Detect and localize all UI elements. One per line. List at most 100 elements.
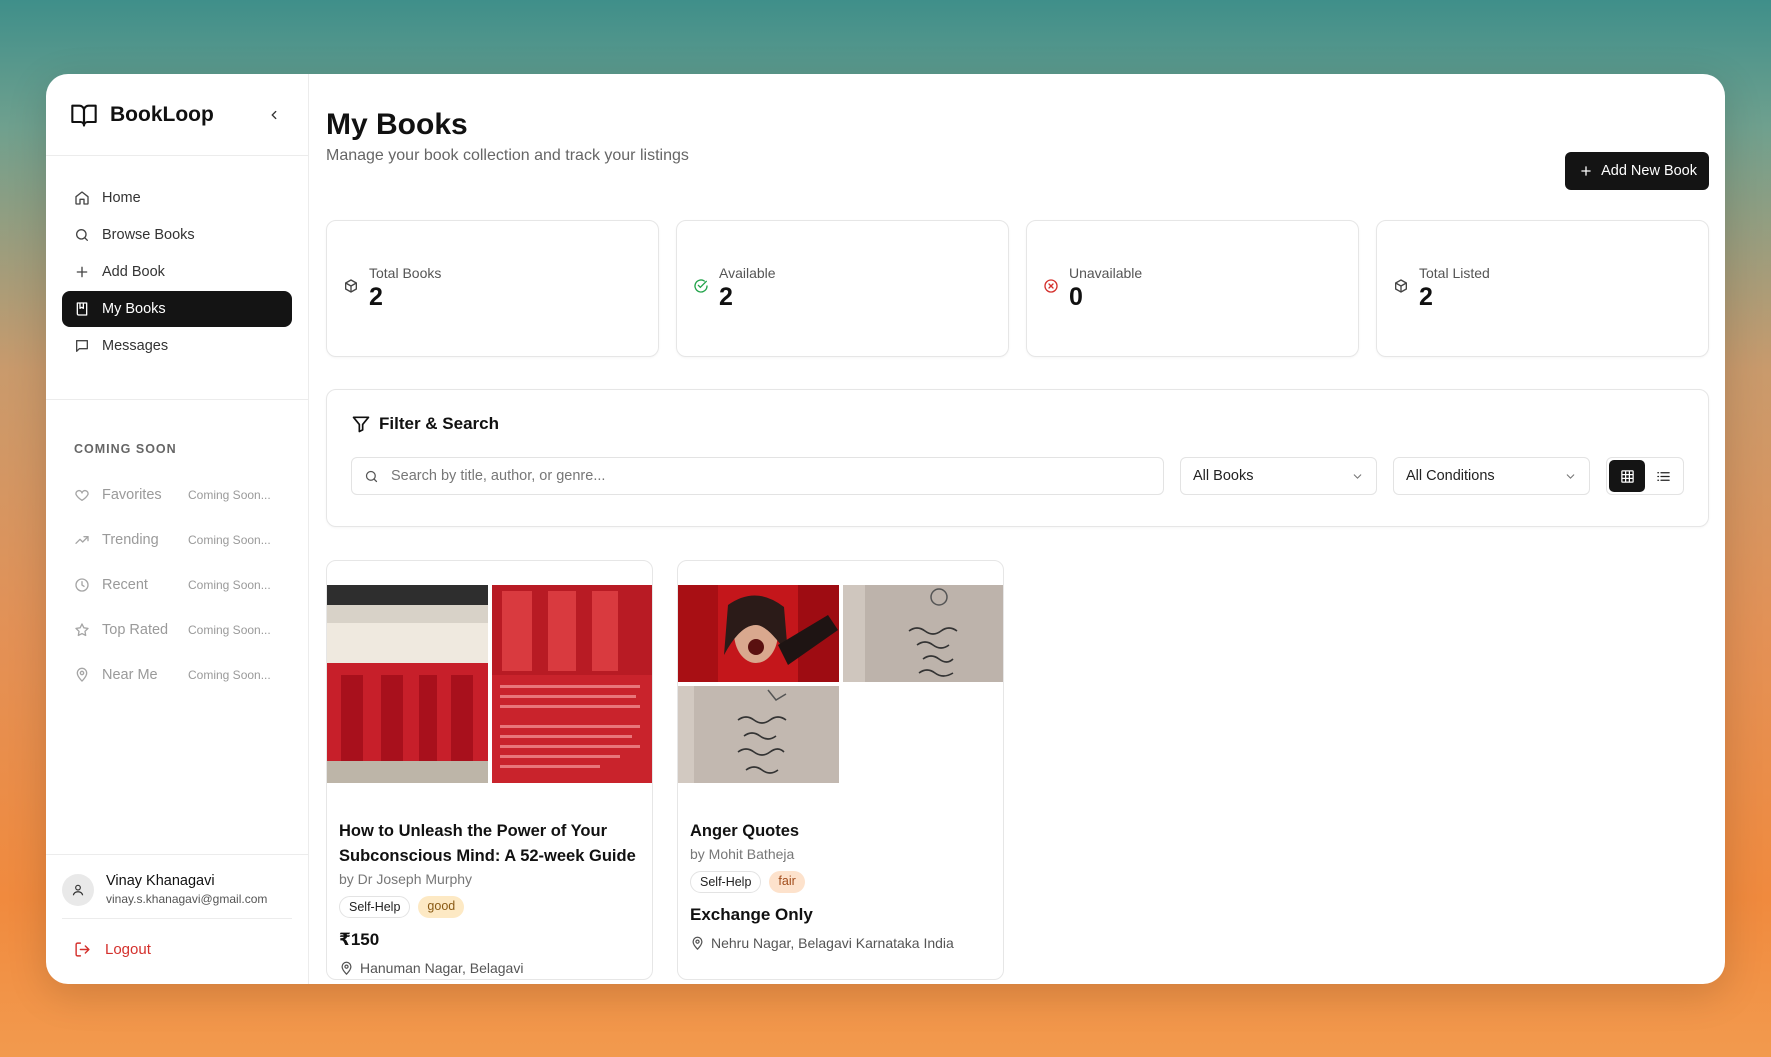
stat-value: 2 (369, 283, 383, 311)
book-location-text: Nehru Nagar, Belagavi Karnataka India (711, 935, 954, 951)
star-icon (75, 622, 89, 636)
app-window: BookLoop Home Browse Books Add Book My B… (46, 74, 1725, 984)
map-pin-icon (692, 936, 703, 950)
book-title: How to Unleash the Power of Your Subcons… (339, 822, 636, 865)
page-header: My Books Manage your book collection and… (326, 74, 1709, 190)
cover-art-illustration (678, 585, 839, 682)
status-select-value: All Books (1193, 468, 1254, 484)
package-icon (345, 278, 357, 293)
book-cover-image[interactable] (678, 585, 839, 682)
page-art-illustration (678, 686, 839, 783)
stat-value: 2 (719, 283, 733, 311)
sidebar-item-trending: Trending Coming Soon... (46, 517, 308, 562)
stat-card-available: Available 2 (676, 220, 1009, 357)
book-page-image[interactable] (678, 686, 839, 783)
book-page-image[interactable] (843, 585, 1003, 682)
add-new-book-label: Add New Book (1601, 163, 1697, 179)
plus-icon (1581, 166, 1591, 176)
coming-soon-badge: Coming Soon... (188, 487, 271, 502)
stat-label: Available (719, 265, 776, 281)
condition-badge: fair (769, 871, 805, 893)
sidebar-item-label: Browse Books (102, 227, 195, 243)
filter-icon (352, 416, 370, 433)
logout-label: Logout (105, 941, 151, 958)
chevron-down-icon (1353, 473, 1362, 479)
sidebar-item-label: Add Book (102, 264, 165, 280)
book-location: Nehru Nagar, Belagavi Karnataka India (690, 935, 991, 951)
search-icon (76, 229, 88, 241)
logout-icon (75, 942, 90, 957)
sidebar-item-label: Home (102, 190, 141, 206)
list-view-button[interactable] (1645, 460, 1681, 492)
search-input[interactable] (391, 468, 1151, 484)
coming-soon-badge: Coming Soon... (188, 667, 271, 682)
stat-value: 2 (1419, 283, 1433, 311)
search-box[interactable] (351, 457, 1164, 495)
book-author: by Dr Joseph Murphy (339, 871, 473, 887)
book-card[interactable]: Anger Quotes by Mohit Batheja Self-Help … (677, 560, 1004, 980)
book-page-image[interactable] (492, 585, 652, 783)
page-art-illustration (492, 585, 652, 768)
stat-value: 0 (1069, 283, 1083, 311)
sidebar-item-home[interactable]: Home (62, 180, 292, 216)
sidebar-item-browse-books[interactable]: Browse Books (62, 217, 292, 253)
user-profile[interactable]: Vinay Khanagavi vinay.s.khanagavi@gmail.… (62, 855, 292, 919)
stat-label: Total Books (369, 265, 442, 281)
book-tags: Self-Help good (339, 896, 640, 918)
genre-badge: Self-Help (690, 871, 762, 893)
view-toggle (1606, 457, 1684, 495)
condition-badge: good (418, 896, 465, 918)
message-icon (76, 340, 88, 352)
clock-icon (75, 577, 89, 592)
sidebar-item-messages[interactable]: Messages (62, 328, 292, 364)
avatar (62, 873, 94, 906)
sidebar-item-top-rated: Top Rated Coming Soon... (46, 607, 308, 652)
cover-art-illustration (327, 585, 488, 783)
book-price: ₹150 (339, 930, 380, 949)
filter-title: Filter & Search (379, 414, 499, 433)
book-cover-image[interactable] (327, 585, 488, 783)
sidebar: BookLoop Home Browse Books Add Book My B… (46, 74, 309, 984)
package-icon (1395, 278, 1407, 293)
grid-icon (1620, 469, 1634, 483)
x-circle-icon (1044, 278, 1058, 293)
genre-badge: Self-Help (339, 896, 411, 918)
brand-header: BookLoop (46, 74, 308, 156)
sidebar-item-label: My Books (102, 301, 166, 317)
page-subtitle: Manage your book collection and track yo… (326, 147, 689, 164)
book-icon (76, 302, 88, 316)
collapse-sidebar-button[interactable] (264, 105, 284, 125)
sidebar-item-label: Near Me (102, 666, 158, 683)
logout-button[interactable]: Logout (46, 919, 308, 984)
page-art-illustration (843, 585, 1003, 682)
user-email: vinay.s.khanagavi@gmail.com (106, 892, 268, 906)
coming-soon-badge: Coming Soon... (188, 532, 271, 547)
stat-card-total-books: Total Books 2 (326, 220, 659, 357)
stat-label: Total Listed (1419, 265, 1490, 281)
sidebar-item-my-books[interactable]: My Books (62, 291, 292, 327)
stat-card-unavailable: Unavailable 0 (1026, 220, 1359, 357)
book-location: Hanuman Nagar, Belagavi (339, 960, 640, 976)
book-title: Anger Quotes (690, 822, 800, 840)
brand-name: BookLoop (110, 102, 214, 126)
chevron-left-icon (271, 110, 277, 119)
book-details: How to Unleash the Power of Your Subcons… (327, 783, 652, 976)
condition-select[interactable]: All Conditions (1393, 457, 1590, 495)
search-icon (365, 470, 378, 482)
grid-view-button[interactable] (1609, 460, 1645, 492)
heart-icon (75, 489, 89, 501)
coming-soon-badge: Coming Soon... (188, 577, 271, 592)
filter-heading: Filter & Search (351, 414, 1684, 434)
trending-up-icon (75, 535, 89, 544)
book-price: Exchange Only (690, 905, 813, 924)
user-name: Vinay Khanagavi (106, 873, 215, 889)
page-title: My Books (326, 108, 468, 141)
filter-panel: Filter & Search All Books All Conditions (326, 389, 1709, 527)
add-new-book-button[interactable]: Add New Book (1565, 152, 1709, 190)
user-area: Vinay Khanagavi vinay.s.khanagavi@gmail.… (46, 854, 308, 984)
stat-label: Unavailable (1069, 265, 1143, 281)
sidebar-item-add-book[interactable]: Add Book (62, 254, 292, 290)
book-location-text: Hanuman Nagar, Belagavi (360, 960, 524, 976)
status-select[interactable]: All Books (1180, 457, 1377, 495)
book-card[interactable]: How to Unleash the Power of Your Subcons… (326, 560, 653, 980)
